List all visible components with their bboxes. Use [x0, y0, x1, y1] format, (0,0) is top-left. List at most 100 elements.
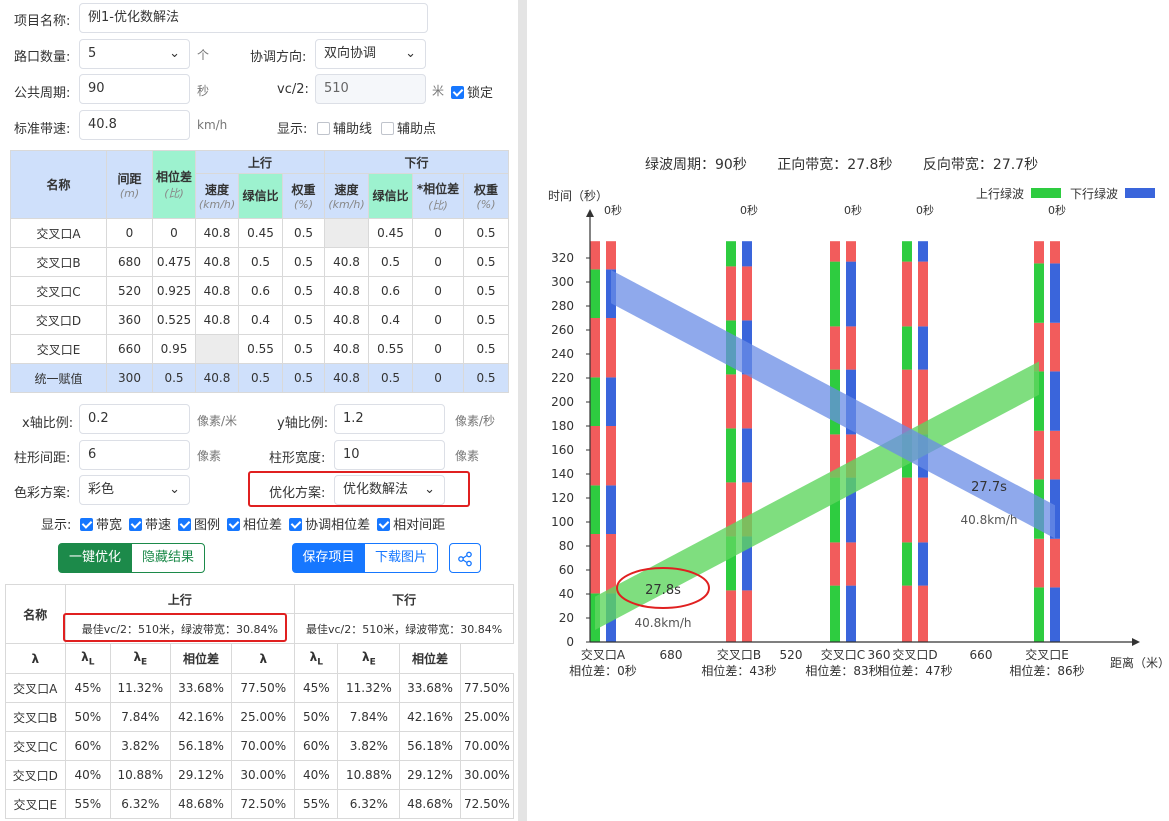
table-cell[interactable]: 40.8 [195, 218, 239, 248]
table-cell[interactable]: 0.5 [463, 218, 510, 248]
table-cell[interactable]: 40.8 [324, 363, 370, 393]
coord-dir-select[interactable]: 双向协调 ⌄ [315, 39, 426, 69]
table-cell[interactable]: 0 [412, 363, 465, 393]
table-cell[interactable]: 0.525 [152, 305, 196, 335]
table-cell[interactable]: 0 [106, 218, 153, 248]
aux-line-checkbox[interactable]: 辅助线 [317, 118, 372, 137]
table-cell: 25.00% [459, 702, 515, 732]
table-cell[interactable]: 0 [412, 276, 465, 306]
table-cell[interactable]: 40.8 [324, 247, 370, 277]
lock-checkbox[interactable]: 锁定 [451, 82, 493, 101]
table-cell[interactable]: 0 [412, 305, 465, 335]
table-cell[interactable]: 0.6 [238, 276, 283, 306]
bar-width-input[interactable]: 10 [334, 440, 445, 470]
table-cell[interactable]: 40.8 [195, 276, 239, 306]
intersections-label: 路口数量: [14, 50, 71, 65]
col-up: 上行 [194, 150, 326, 174]
table-cell[interactable]: 520 [106, 276, 153, 306]
table-cell[interactable]: 0.45 [238, 218, 283, 248]
show-option-checkbox[interactable]: 带宽 [80, 518, 122, 533]
yscale-input[interactable]: 1.2 [334, 404, 445, 434]
table-cell[interactable]: 660 [106, 334, 153, 364]
time-space-diagram: 0 20 40 60 80 100 120 140 160 180 200 220 240 260 280 3… [548, 186, 1169, 678]
aux-line-label: 辅助线 [333, 122, 373, 137]
table-cell[interactable]: 680 [106, 247, 153, 277]
table-cell[interactable]: 0.55 [238, 334, 283, 364]
table-cell[interactable]: 0.5 [463, 363, 510, 393]
table-cell[interactable]: 0.5 [463, 276, 510, 306]
table-cell[interactable] [195, 334, 239, 364]
show-option-checkbox[interactable]: 相位差 [227, 518, 282, 533]
table-cell[interactable]: 40.8 [195, 363, 239, 393]
up-signal-bar [590, 485, 600, 534]
show-option-label: 协调相位差 [305, 518, 371, 533]
table-cell[interactable]: 0.5 [238, 363, 283, 393]
table-cell[interactable]: 0.5 [368, 363, 414, 393]
show-option-checkbox[interactable]: 图例 [178, 518, 220, 533]
up-signal-bar [830, 261, 840, 327]
table-cell[interactable]: 0.5 [281, 305, 326, 335]
table-cell[interactable]: 0 [412, 218, 465, 248]
col-up-green: 绿信比 [238, 173, 283, 219]
table-cell[interactable]: 40.8 [324, 334, 370, 364]
table-cell[interactable]: 0.475 [152, 247, 196, 277]
project-name-input[interactable]: 例1-优化数解法 [79, 3, 428, 33]
save-project-button[interactable]: 保存项目 [292, 543, 365, 573]
table-cell[interactable]: 0.925 [152, 276, 196, 306]
xscale-input[interactable]: 0.2 [79, 404, 190, 434]
table-cell[interactable]: 0.4 [368, 305, 414, 335]
table-cell[interactable]: 0 [412, 334, 465, 364]
table-cell[interactable]: 0.5 [281, 363, 326, 393]
table-cell[interactable]: 40.8 [324, 305, 370, 335]
cycle-input[interactable]: 90 [79, 74, 190, 104]
table-cell[interactable]: 0.5 [463, 334, 510, 364]
panel-splitter[interactable] [518, 0, 527, 821]
table-cell[interactable]: 0.55 [368, 334, 414, 364]
table-row: 交叉口B 680 0.475 40.8 0.5 0.5 40.8 0.5 0 0.5 [10, 247, 510, 277]
optimize-button[interactable]: 一键优化 [58, 543, 132, 573]
speed-input[interactable]: 40.8 [79, 110, 190, 140]
table-cell[interactable]: 360 [106, 305, 153, 335]
table-cell[interactable]: 0.5 [281, 276, 326, 306]
table-cell[interactable]: 0 [412, 247, 465, 277]
aux-point-checkbox[interactable]: 辅助点 [381, 118, 436, 137]
table-cell[interactable]: 0.95 [152, 334, 196, 364]
table-cell[interactable]: 40.8 [195, 305, 239, 335]
spacing-label: 360 [868, 648, 891, 662]
signal-top-label: 0秒 [604, 203, 622, 217]
table-cell[interactable]: 0.5 [152, 363, 196, 393]
table-cell[interactable]: 0.6 [368, 276, 414, 306]
intersections-select[interactable]: 5 ⌄ [79, 39, 190, 69]
offset-label: 相位差：0秒 [569, 663, 637, 678]
bar-gap-input[interactable]: 6 [79, 440, 190, 470]
table-cell[interactable]: 0.5 [463, 247, 510, 277]
table-cell[interactable]: 0.5 [368, 247, 414, 277]
signal-top-label: 0秒 [916, 203, 934, 217]
aux-point-label: 辅助点 [397, 122, 437, 137]
table-cell[interactable]: 0.5 [281, 247, 326, 277]
table-cell[interactable]: 40.8 [324, 276, 370, 306]
table-cell[interactable]: 0.45 [368, 218, 414, 248]
vc2-input[interactable]: 510 [315, 74, 426, 104]
table-cell[interactable]: 300 [106, 363, 153, 393]
table-cell[interactable]: 0.5 [281, 218, 326, 248]
down-signal-bar [918, 585, 928, 642]
down-signal-bar [606, 377, 616, 426]
hide-results-button[interactable]: 隐藏结果 [131, 543, 205, 573]
table-row: 交叉口E 660 0.95 0.55 0.5 40.8 0.55 0 0.5 [10, 334, 510, 364]
table-cell[interactable] [324, 218, 370, 248]
up-signal-bar [590, 377, 600, 426]
chart-panel: 绿波周期：90秒 正向带宽：27.8秒 反向带宽：27.7秒 0 20 40 60 80… [527, 0, 1169, 821]
show-option-checkbox[interactable]: 协调相位差 [289, 518, 370, 533]
table-cell[interactable]: 0 [152, 218, 196, 248]
table-cell[interactable]: 0.5 [281, 334, 326, 364]
show-option-checkbox[interactable]: 相对间距 [377, 518, 445, 533]
show-option-checkbox[interactable]: 带速 [129, 518, 171, 533]
color-select[interactable]: 彩色 ⌄ [79, 475, 190, 505]
table-cell[interactable]: 40.8 [195, 247, 239, 277]
download-image-button[interactable]: 下载图片 [364, 543, 438, 573]
table-cell[interactable]: 0.4 [238, 305, 283, 335]
table-cell[interactable]: 0.5 [238, 247, 283, 277]
share-button[interactable] [449, 543, 481, 573]
table-cell[interactable]: 0.5 [463, 305, 510, 335]
